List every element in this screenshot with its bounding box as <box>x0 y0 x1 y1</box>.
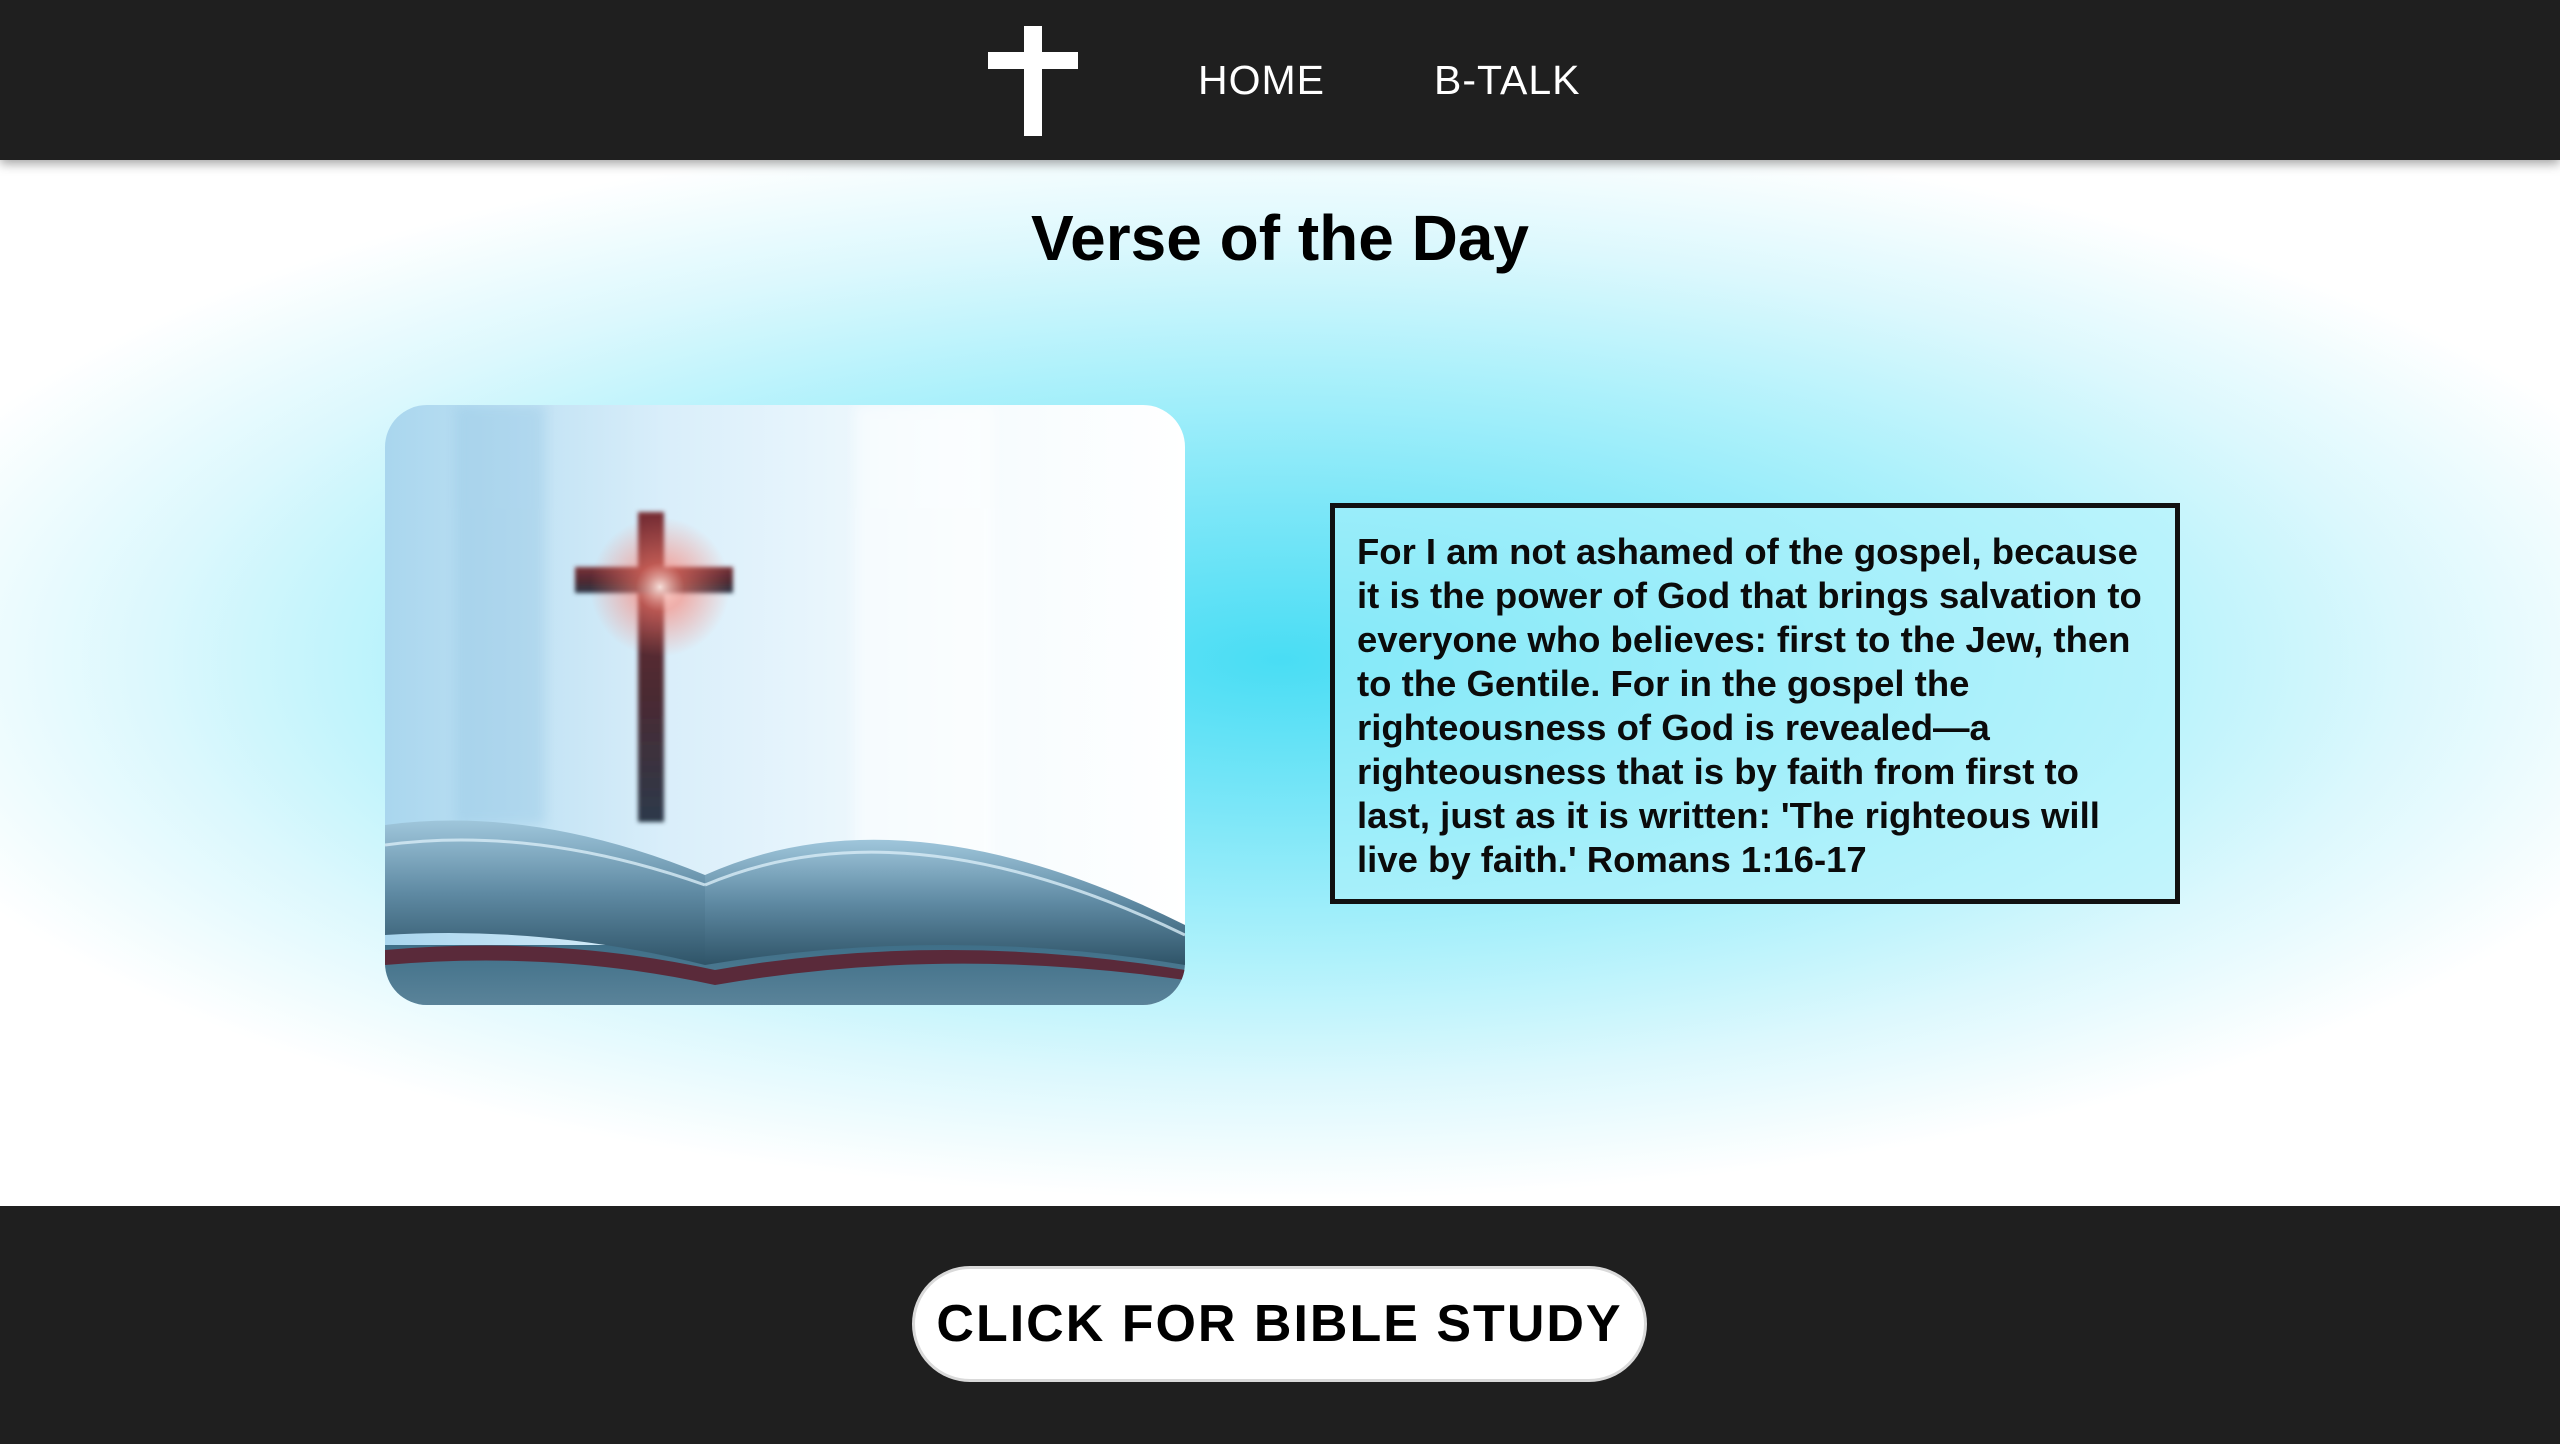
verse-box: For I am not ashamed of the gospel, beca… <box>1330 503 2180 904</box>
nav-home-link[interactable]: HOME <box>1198 52 1325 108</box>
verse-section: Verse of the Day For I am not ashamed of… <box>0 160 2560 1206</box>
cross-bible-photo <box>385 405 1185 1005</box>
nav-b-talk-link[interactable]: B-TALK <box>1434 52 1581 108</box>
verse-text: For I am not ashamed of the gospel, beca… <box>1357 531 2142 880</box>
page-title: Verse of the Day <box>1031 202 1529 274</box>
cross-logo-icon[interactable] <box>988 26 1078 136</box>
footer-bar: CLICK FOR BIBLE STUDY <box>0 1206 2560 1444</box>
top-nav-bar: HOME B-TALK <box>0 0 2560 160</box>
bible-study-button[interactable]: CLICK FOR BIBLE STUDY <box>912 1266 1647 1382</box>
cross-icon <box>988 26 1078 136</box>
cross-on-open-bible-image <box>385 405 1185 1005</box>
